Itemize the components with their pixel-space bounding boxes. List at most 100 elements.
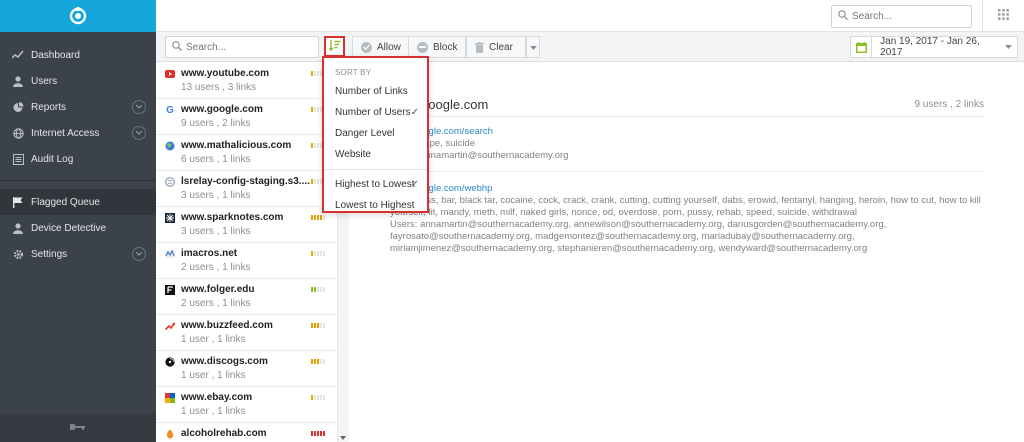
globe-icon — [12, 127, 24, 139]
link-terms: Terms: rape, suicide — [390, 138, 476, 149]
sort-button[interactable] — [324, 36, 345, 57]
key-icon[interactable] — [70, 422, 86, 434]
sort-option-number-of-links[interactable]: Number of Links — [324, 81, 427, 102]
scroll-down-arrow-icon[interactable] — [340, 436, 346, 440]
discogs-icon — [165, 357, 175, 367]
date-range-label: Jan 19, 2017 - Jan 26, 2017 — [880, 36, 980, 58]
danger-level-indicator — [311, 431, 325, 436]
checkmark-icon: ✓ — [410, 107, 419, 118]
site-meta: 3 users , 1 links — [181, 190, 251, 201]
link-entry: www.google.com/search Terms: rape, suici… — [390, 126, 985, 162]
chevron-down-icon[interactable] — [132, 247, 146, 261]
clear-button[interactable]: Clear — [466, 36, 526, 58]
danger-level-indicator — [311, 287, 325, 292]
sort-order-highest-to-lowest[interactable]: Highest to Lowest ✓ — [324, 174, 427, 195]
list-item[interactable]: www.folger.edu 2 users , 1 links — [156, 279, 348, 315]
sort-option-label: Danger Level — [335, 128, 395, 139]
sort-option-website[interactable]: Website — [324, 144, 427, 165]
list-item[interactable]: www.youtube.com 13 users , 3 links — [156, 63, 348, 99]
sort-option-number-of-users[interactable]: Number of Users ✓ — [324, 102, 427, 123]
danger-level-indicator — [311, 323, 325, 328]
link-users: Users: annamartin@southernacademy.org, a… — [390, 219, 887, 254]
chevron-down-icon[interactable] — [132, 126, 146, 140]
sidebar-item-label: Audit Log — [31, 153, 74, 165]
list-item[interactable]: alcoholrehab.com — [156, 423, 348, 442]
grid-icon — [998, 9, 1009, 23]
chevron-down-icon[interactable] — [132, 100, 146, 114]
sidebar: Dashboard Users Reports Internet Access … — [0, 0, 156, 442]
global-search-input[interactable] — [852, 11, 962, 22]
user-icon — [12, 222, 24, 234]
link-terms: Terms: ass, bar, black tar, cocaine, coc… — [390, 195, 981, 218]
block-button[interactable]: Block — [408, 36, 467, 58]
list-item[interactable]: G www.google.com 9 users , 2 links — [156, 99, 348, 135]
danger-level-indicator — [311, 359, 325, 364]
date-range-picker[interactable]: Jan 19, 2017 - Jan 26, 2017 — [850, 36, 1018, 58]
apps-grid-button[interactable] — [982, 0, 1024, 32]
sidebar-item-device-detective[interactable]: Device Detective — [0, 215, 156, 241]
line-chart-icon — [12, 49, 24, 61]
site-meta: 2 users , 1 links — [181, 298, 251, 309]
pie-chart-icon — [12, 101, 24, 113]
detail-summary: 9 users , 2 links — [914, 99, 984, 110]
list-item[interactable]: www.sparknotes.com 3 users , 1 links — [156, 207, 348, 243]
google-icon: G — [166, 104, 174, 116]
sidebar-item-audit-log[interactable]: Audit Log — [0, 146, 156, 172]
site-name: imacros.net — [181, 248, 238, 259]
flagged-site-list: www.youtube.com 13 users , 3 links G www… — [156, 63, 349, 442]
buzzfeed-icon — [165, 321, 175, 331]
more-actions-dropdown[interactable] — [526, 36, 540, 58]
list-item[interactable]: www.ebay.com 1 user , 1 links — [156, 387, 348, 423]
site-name: www.sparknotes.com — [181, 212, 284, 223]
list-item[interactable]: lsrelay-config-staging.s3.... 3 users , … — [156, 171, 348, 207]
sort-dropdown-menu: SORT BY Number of Links Number of Users … — [322, 56, 429, 213]
site-meta: 6 users , 1 links — [181, 154, 251, 165]
sidebar-item-settings[interactable]: Settings — [0, 241, 156, 267]
sidebar-divider — [0, 180, 156, 181]
default-site-icon — [165, 177, 175, 187]
sidebar-item-users[interactable]: Users — [0, 68, 156, 94]
site-name: www.folger.edu — [181, 284, 255, 295]
list-item[interactable]: www.buzzfeed.com 1 user , 1 links — [156, 315, 348, 351]
sidebar-item-flagged-queue[interactable]: Flagged Queue — [0, 189, 156, 215]
sidebar-item-dashboard[interactable]: Dashboard — [0, 42, 156, 68]
site-meta: 1 user , 1 links — [181, 334, 246, 345]
chevron-down-icon — [529, 41, 537, 53]
user-icon — [12, 75, 24, 87]
list-item[interactable]: imacros.net 2 users , 1 links — [156, 243, 348, 279]
list-item[interactable]: www.mathalicious.com 6 users , 1 links — [156, 135, 348, 171]
sort-icon — [328, 39, 341, 54]
sidebar-item-label: Device Detective — [31, 222, 107, 234]
sort-order-lowest-to-highest[interactable]: Lowest to Highest — [324, 195, 427, 216]
site-name: lsrelay-config-staging.s3.... — [181, 176, 310, 187]
site-meta: 1 user , 1 links — [181, 370, 246, 381]
block-icon — [417, 41, 428, 53]
allow-button-label: Allow — [377, 41, 401, 53]
list-search-input[interactable] — [186, 41, 314, 53]
folger-icon — [165, 285, 175, 295]
site-name: www.youtube.com — [181, 68, 269, 79]
sort-option-label: Website — [335, 149, 371, 160]
danger-level-indicator — [311, 395, 325, 400]
sidebar-item-reports[interactable]: Reports — [0, 94, 156, 120]
site-meta: 2 users , 1 links — [181, 262, 251, 273]
sidebar-item-internet-access[interactable]: Internet Access — [0, 120, 156, 146]
sidebar-item-label: Users — [31, 75, 58, 87]
site-meta: 9 users , 2 links — [181, 118, 251, 129]
check-icon — [361, 41, 372, 53]
brand-logo[interactable] — [0, 0, 156, 32]
global-search[interactable] — [831, 5, 972, 28]
flag-icon — [12, 196, 24, 208]
checkmark-icon: ✓ — [410, 179, 419, 190]
link-entry: www.google.com/webhp Terms: ass, bar, bl… — [390, 183, 985, 255]
list-item[interactable]: www.discogs.com 1 user , 1 links — [156, 351, 348, 387]
site-name: www.ebay.com — [181, 392, 253, 403]
gear-icon — [12, 248, 24, 260]
sort-order-label: Lowest to Highest — [335, 200, 415, 211]
allow-button[interactable]: Allow — [352, 36, 410, 58]
sort-menu-header: SORT BY — [335, 68, 372, 77]
sort-option-danger-level[interactable]: Danger Level — [324, 123, 427, 144]
list-search[interactable] — [165, 36, 319, 58]
divider — [390, 116, 984, 117]
imacros-icon — [165, 249, 175, 259]
